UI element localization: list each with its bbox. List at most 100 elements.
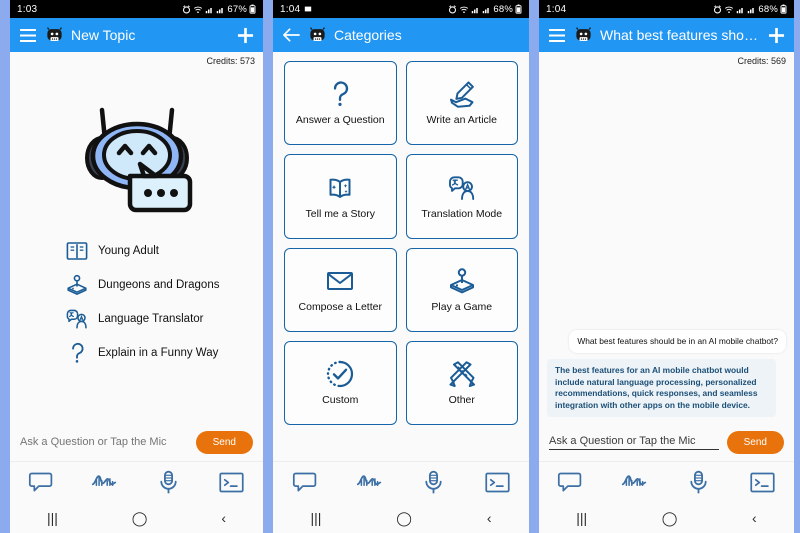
status-time: 1:03 <box>17 3 38 15</box>
open-book-sparkle-icon <box>329 178 351 198</box>
alarm-icon <box>183 4 191 13</box>
microphone-icon[interactable] <box>420 469 447 496</box>
sound-wave-icon[interactable] <box>356 469 383 496</box>
home-icon[interactable]: ◯ <box>662 511 678 525</box>
back-icon[interactable]: ‹ <box>487 511 492 525</box>
battery-percent: 68% <box>758 3 778 15</box>
card-label: Write an Article <box>426 114 497 127</box>
page-title: What best features sho… <box>600 27 758 43</box>
signal-bars-2-icon <box>217 7 224 13</box>
status-bar: 1:03 67% <box>10 0 263 18</box>
panel-gap-2 <box>529 0 539 533</box>
menu-item-young-adult[interactable]: Young Adult <box>65 234 263 268</box>
translate-icon <box>448 176 474 200</box>
wifi-icon <box>725 6 734 13</box>
wifi-icon <box>460 6 469 13</box>
search-input[interactable] <box>20 436 188 448</box>
pencil-ruler-icon <box>449 361 475 388</box>
page-title: New Topic <box>71 27 136 43</box>
bottom-toolbar <box>273 461 529 503</box>
signal-bars-2-icon <box>748 7 755 13</box>
microphone-icon[interactable] <box>155 469 182 496</box>
menu-item-label: Young Adult <box>98 245 159 257</box>
chat-bubble-icon[interactable] <box>28 469 55 496</box>
screen-new-topic: 1:03 67% New Topic Credits: 573 Young Ad… <box>10 0 263 533</box>
card-compose-a-letter[interactable]: Compose a Letter <box>284 247 397 332</box>
recents-icon[interactable]: ||| <box>47 511 58 525</box>
recents-icon[interactable]: ||| <box>576 511 587 525</box>
page-title: Categories <box>334 27 402 43</box>
home-icon[interactable]: ◯ <box>132 511 148 525</box>
send-button[interactable]: Send <box>726 430 784 454</box>
question-input-row: Send <box>539 423 794 461</box>
battery-icon <box>249 4 256 14</box>
menu-item-label: Explain in a Funny Way <box>98 347 219 359</box>
plus-icon[interactable] <box>235 25 255 45</box>
check-circle-dotted-icon <box>327 360 354 388</box>
bottom-toolbar <box>10 461 263 503</box>
status-time: 1:04 <box>280 3 301 15</box>
card-tell-me-a-story[interactable]: Tell me a Story <box>284 154 397 239</box>
menu-item-label: Language Translator <box>98 313 204 325</box>
hamburger-menu-icon[interactable] <box>547 25 567 45</box>
menu-item-language-translator[interactable]: Language Translator <box>65 302 263 336</box>
question-input-row: Send <box>10 423 263 461</box>
card-answer-a-question[interactable]: Answer a Question <box>284 61 397 146</box>
back-icon[interactable]: ‹ <box>752 511 757 525</box>
chatbot-robot-mascot <box>84 107 192 213</box>
signal-bars-icon <box>206 7 213 13</box>
card-label: Translation Mode <box>421 207 503 220</box>
card-label: Compose a Letter <box>298 300 382 313</box>
question-mark-icon <box>72 342 84 364</box>
back-arrow-icon[interactable] <box>281 25 301 45</box>
screen-categories: 1:04 68% Categories Answer a Question Wr… <box>273 0 529 533</box>
terminal-icon[interactable] <box>749 469 776 496</box>
search-input[interactable] <box>549 434 719 450</box>
android-nav-bar: ||| ◯ ‹ <box>273 503 529 533</box>
joystick-icon <box>67 274 87 295</box>
chat-message-list: What best features should be in an AI mo… <box>539 66 794 423</box>
battery-icon <box>515 4 522 14</box>
card-other[interactable]: Other <box>405 340 518 425</box>
status-time: 1:04 <box>546 3 567 15</box>
card-write-an-article[interactable]: Write an Article <box>405 61 518 146</box>
chat-message-user: What best features should be in an AI mo… <box>569 330 786 354</box>
sound-wave-icon[interactable] <box>621 469 648 496</box>
new-topic-body: Young Adult Dungeons and Dragons Languag… <box>10 66 263 423</box>
chat-bubble-icon[interactable] <box>557 469 584 496</box>
recents-icon[interactable]: ||| <box>310 511 321 525</box>
terminal-icon[interactable] <box>218 469 245 496</box>
microphone-icon[interactable] <box>685 469 712 496</box>
grid-bottom-spacer <box>273 429 529 461</box>
android-nav-bar: ||| ◯ ‹ <box>10 503 263 533</box>
terminal-icon[interactable] <box>484 469 511 496</box>
plus-icon[interactable] <box>766 25 786 45</box>
joystick-icon <box>449 268 474 294</box>
home-icon[interactable]: ◯ <box>396 511 412 525</box>
status-bar: 1:04 68% <box>539 0 794 18</box>
card-custom[interactable]: Custom <box>284 340 397 425</box>
card-translation-mode[interactable]: Translation Mode <box>405 154 518 239</box>
signal-bars-icon <box>472 7 479 13</box>
menu-item-dungeons-and-dragons[interactable]: Dungeons and Dragons <box>65 268 263 302</box>
alarm-icon <box>714 4 722 13</box>
card-label: Answer a Question <box>295 114 385 127</box>
back-icon[interactable]: ‹ <box>221 511 226 525</box>
bottom-toolbar <box>539 461 794 503</box>
credits-label: Credits: 573 <box>10 52 263 66</box>
battery-percent: 68% <box>493 3 513 15</box>
app-bar: What best features sho… <box>539 18 794 52</box>
card-play-a-game[interactable]: Play a Game <box>405 247 518 332</box>
category-grid: Answer a Question Write an Article Tell … <box>273 52 529 429</box>
menu-item-explain-funny[interactable]: Explain in a Funny Way <box>65 336 263 370</box>
send-button[interactable]: Send <box>195 430 253 454</box>
hamburger-menu-icon[interactable] <box>18 25 38 45</box>
chat-bubble-icon[interactable] <box>292 469 319 496</box>
sound-wave-icon[interactable] <box>91 469 118 496</box>
card-label: Tell me a Story <box>305 207 375 220</box>
signal-bars-icon <box>737 7 744 13</box>
open-book-icon <box>66 242 88 260</box>
three-phone-screenshots: 1:03 67% New Topic Credits: 573 Young Ad… <box>0 0 800 533</box>
credits-label: Credits: 569 <box>539 52 794 66</box>
screen-chat: 1:04 68% What best features sho… Credits… <box>539 0 794 533</box>
